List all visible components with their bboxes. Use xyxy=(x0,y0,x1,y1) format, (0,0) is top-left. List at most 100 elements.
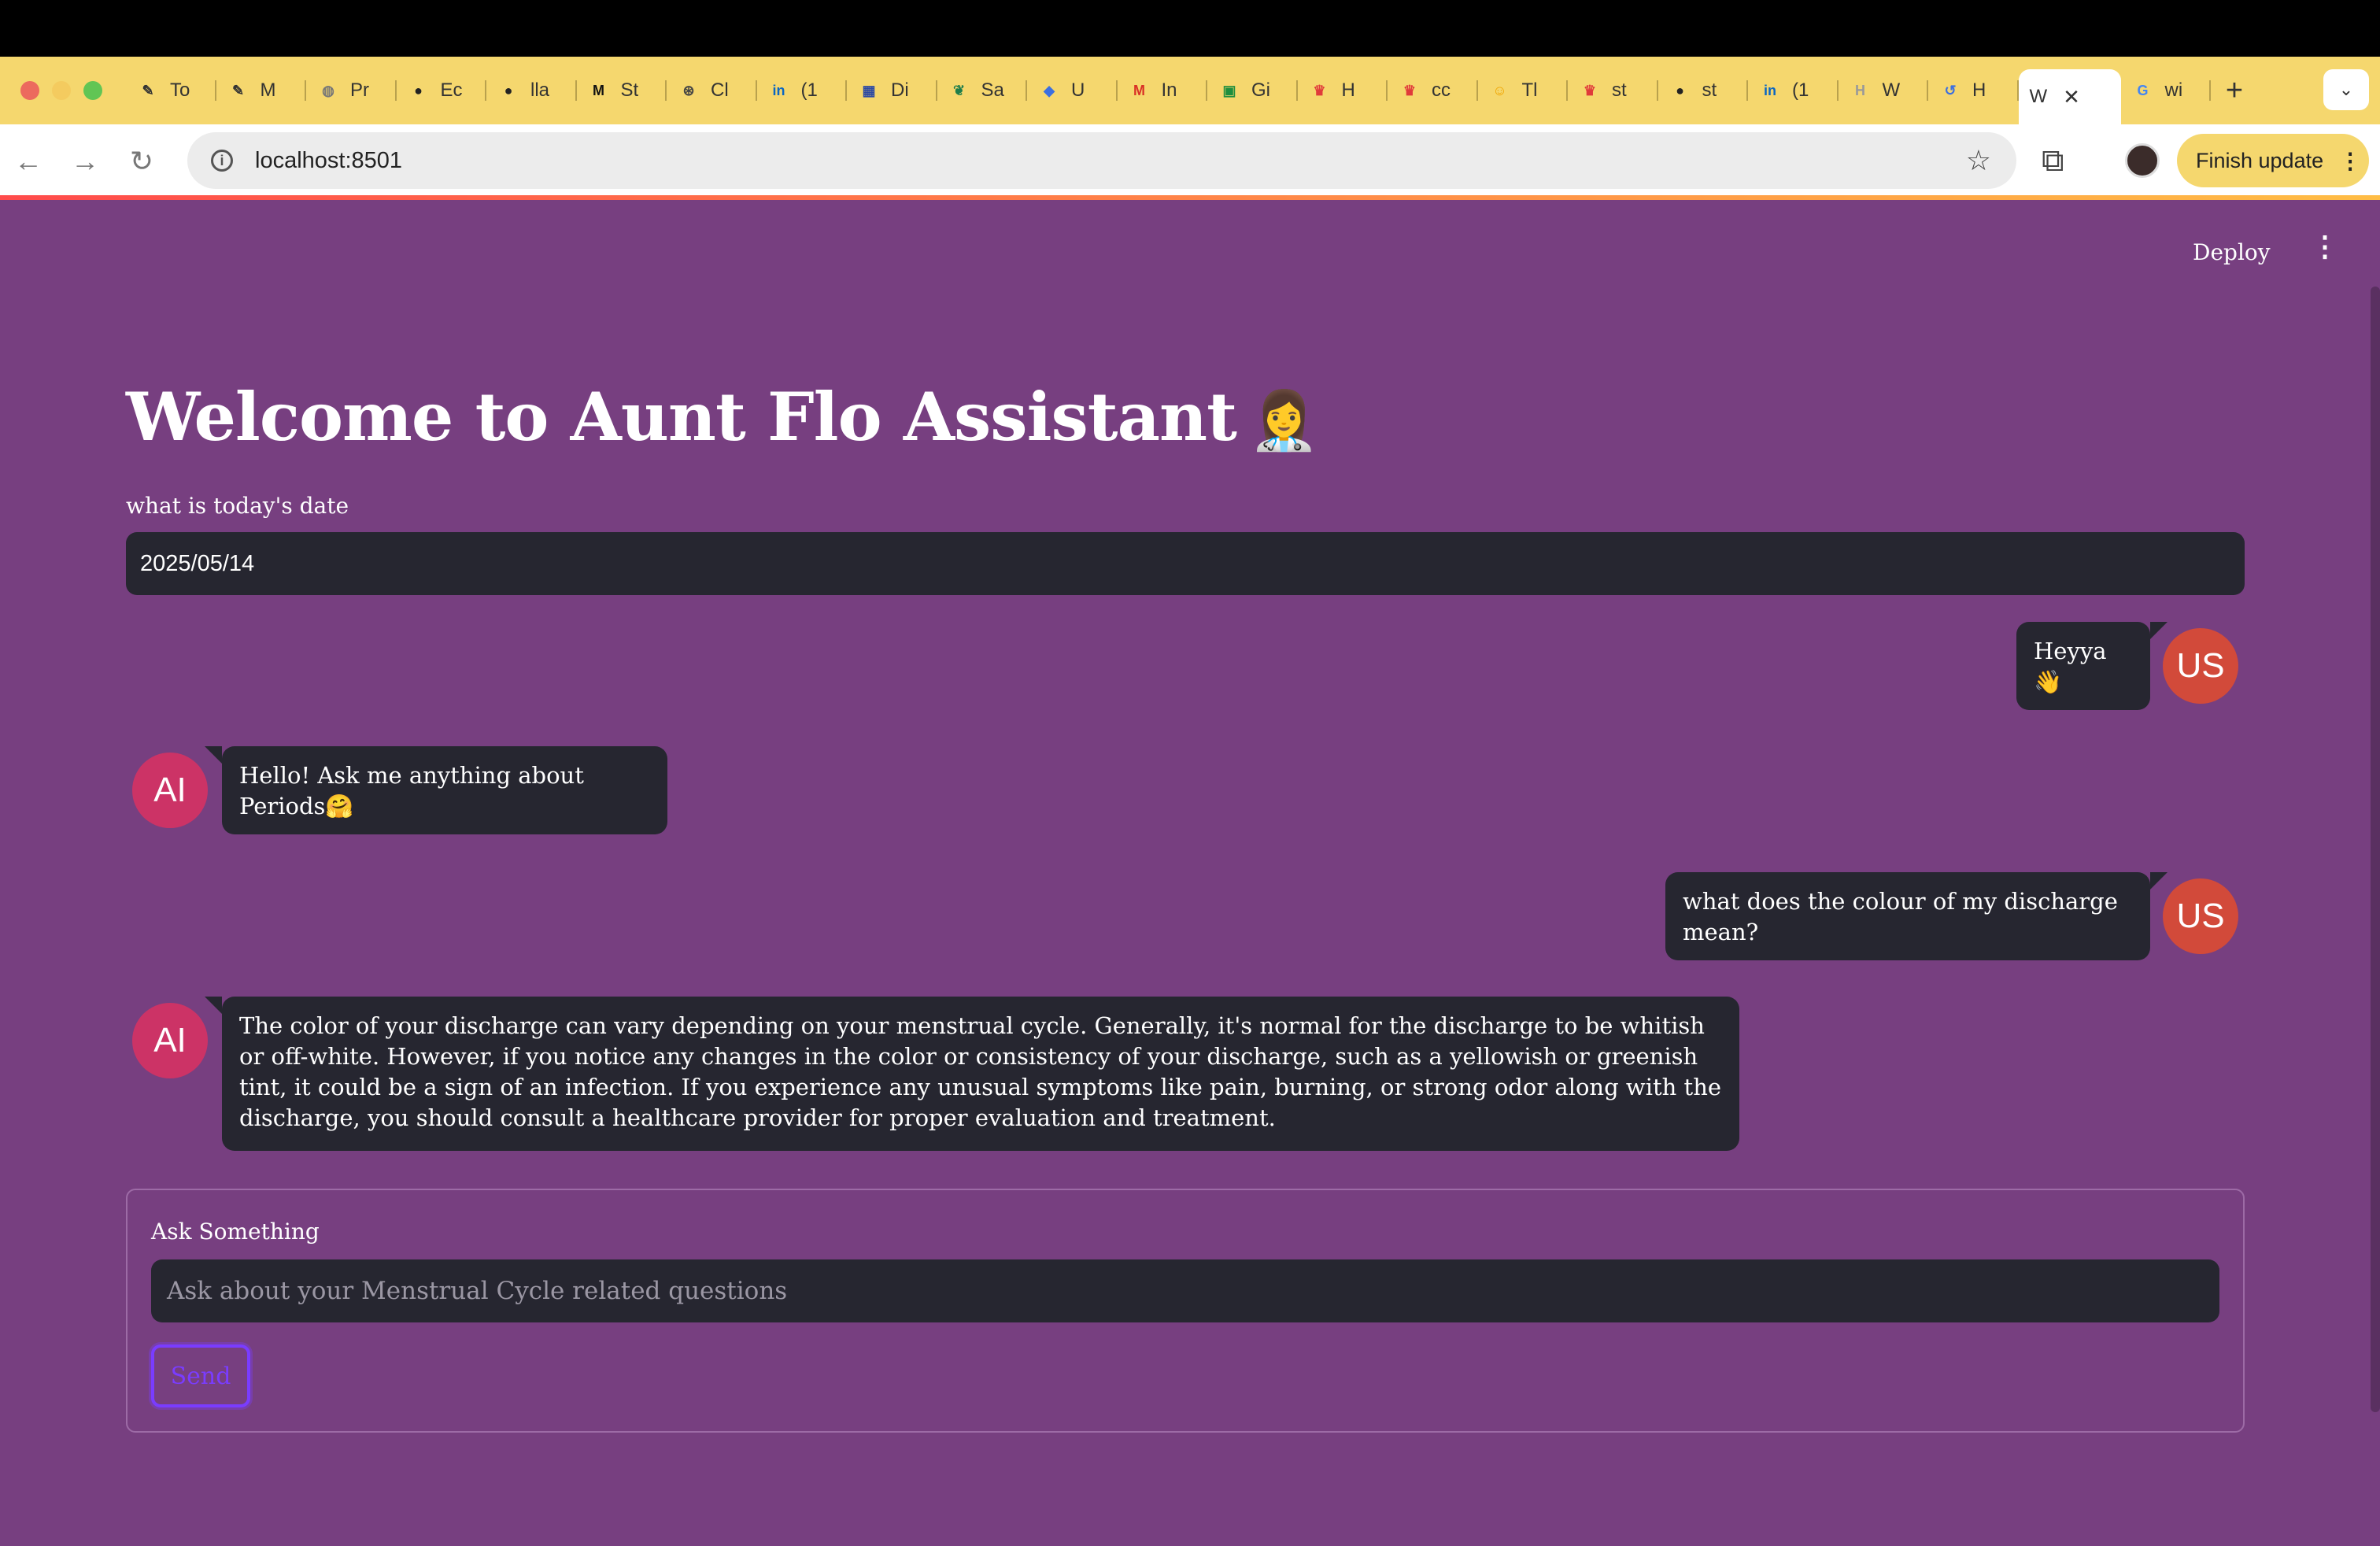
browser-tab[interactable]: in (1 xyxy=(757,68,848,113)
ai-message-bubble: The color of your discharge can vary dep… xyxy=(205,997,1739,1151)
close-window-icon[interactable] xyxy=(20,81,39,100)
tab-label: (1 xyxy=(1792,80,1809,101)
history-icon: ↺ xyxy=(1944,82,1957,98)
tab-label: Tl xyxy=(1521,80,1538,101)
menu-bar xyxy=(0,0,2380,57)
browser-tab[interactable]: ⊛ Cl xyxy=(667,68,757,113)
tab-label: St xyxy=(620,80,639,101)
tab-label: lla xyxy=(530,80,550,101)
browser-menu-icon[interactable]: ⋮ xyxy=(2339,148,2361,174)
tab-label: Ec xyxy=(440,80,463,101)
deploy-button[interactable]: Deploy xyxy=(2193,239,2271,265)
browser-tab[interactable]: ✎ M xyxy=(216,68,307,113)
date-input[interactable]: 2025/05/14 xyxy=(126,532,2245,595)
tab-label: st xyxy=(1702,80,1717,101)
tab-label: H xyxy=(1341,80,1355,101)
browser-tab[interactable]: ♛ cc xyxy=(1388,68,1478,113)
browser-tab[interactable]: ▣ Gi xyxy=(1207,68,1298,113)
tab-list: ✎ To ✎ M ◍ Pr ● Ec ● lla M St ⊛ Cl in (1 ▦ Di ❦ Sa ◆ U M In ▣ Gi ♛… xyxy=(126,57,2380,124)
app-menu-icon[interactable]: ⋮ xyxy=(2311,230,2339,263)
emoji-icon: ☺ xyxy=(1492,82,1507,98)
browser-tab[interactable]: ☺ Tl xyxy=(1478,68,1569,113)
ai-message-bubble: Hello! Ask me anything about Periods🤗 xyxy=(205,746,667,834)
tab-label: cc xyxy=(1432,80,1451,101)
ai-avatar: AI xyxy=(132,753,208,828)
forward-icon[interactable]: → xyxy=(57,145,113,178)
browser-tab[interactable]: ✎ To xyxy=(126,68,216,113)
browser-tab[interactable]: in (1 xyxy=(1748,68,1839,113)
scrollbar[interactable] xyxy=(2371,287,2380,1412)
browser-tab[interactable]: ♛ H xyxy=(1298,68,1388,113)
tab-label: Pr xyxy=(350,80,369,101)
window-controls xyxy=(0,81,126,100)
h-icon: H xyxy=(1855,82,1865,98)
question-input[interactable]: Ask about your Menstrual Cycle related q… xyxy=(151,1259,2219,1322)
user-avatar: US xyxy=(2163,628,2238,704)
browser-tab[interactable]: ● lla xyxy=(486,68,577,113)
browser-tab[interactable]: ● Ec xyxy=(397,68,487,113)
bookmark-star-icon[interactable]: ☆ xyxy=(1966,144,1991,177)
close-tab-icon[interactable]: ✕ xyxy=(2063,85,2080,109)
tab-label: To xyxy=(170,80,190,101)
tab-label: U xyxy=(1071,80,1085,101)
site-info-icon[interactable]: i xyxy=(211,150,233,172)
tab-label: wi xyxy=(2164,80,2183,101)
medium-icon: M xyxy=(593,82,604,98)
browser-tab[interactable]: HW xyxy=(1839,68,1929,113)
openai-icon: ⊛ xyxy=(682,82,695,98)
health-worker-emoji-icon: 👩‍⚕️ xyxy=(1248,386,1320,453)
browser-tab[interactable]: ↺ H xyxy=(1928,68,2019,113)
date-label: what is today's date xyxy=(126,493,349,519)
tab-search-chevron-icon[interactable]: ⌄ xyxy=(2323,69,2369,110)
message-text: The color of your discharge can vary dep… xyxy=(239,1012,1722,1131)
maximize-window-icon[interactable] xyxy=(83,81,102,100)
minimize-window-icon[interactable] xyxy=(52,81,71,100)
ask-label: Ask Something xyxy=(151,1219,320,1245)
github-icon: ● xyxy=(504,82,513,98)
finish-update-button[interactable]: Finish update ⋮ xyxy=(2177,134,2369,187)
message-text: what does the colour of my discharge mea… xyxy=(1683,888,2118,945)
diamond-icon: ◆ xyxy=(1044,82,1055,98)
browser-tab[interactable]: ♛ st xyxy=(1568,68,1658,113)
app-main: Deploy ⋮ Welcome to Aunt Flo Assistant 👩‍… xyxy=(0,200,2380,1546)
browser-tab[interactable]: ● st xyxy=(1658,68,1749,113)
crown-icon: ♛ xyxy=(1313,82,1326,98)
url-field[interactable]: i localhost:8501 ☆ xyxy=(187,132,2016,189)
browser-tab[interactable]: M In xyxy=(1118,68,1208,113)
tab-label: M xyxy=(260,80,276,101)
ai-avatar: AI xyxy=(132,1003,208,1078)
send-button[interactable]: Send xyxy=(151,1344,250,1407)
reload-icon[interactable]: ↻ xyxy=(113,145,170,178)
browser-tab[interactable]: ▦ Di xyxy=(847,68,937,113)
back-icon[interactable]: ← xyxy=(0,145,57,178)
crown-icon: ♛ xyxy=(1583,82,1597,98)
page-title-text: Welcome to Aunt Flo Assistant xyxy=(126,378,1237,456)
profile-avatar[interactable] xyxy=(2125,143,2160,178)
message-text: Hello! Ask me anything about Periods🤗 xyxy=(239,762,584,819)
tab-label: Sa xyxy=(981,80,1004,101)
leaf-icon: ❦ xyxy=(952,82,966,98)
page-title: Welcome to Aunt Flo Assistant 👩‍⚕️ xyxy=(126,378,1320,456)
browser-tab[interactable]: ◍ Pr xyxy=(306,68,397,113)
layout-icon: ▦ xyxy=(862,82,876,98)
browser-tab[interactable]: ❦ Sa xyxy=(937,68,1028,113)
google-icon: G xyxy=(2137,82,2149,98)
tab-label: W xyxy=(1882,80,1901,101)
active-browser-tab[interactable]: W ✕ xyxy=(2018,69,2121,124)
pen-icon: ✎ xyxy=(231,82,245,98)
pen-icon: ✎ xyxy=(142,82,154,98)
browser-tab[interactable]: Gwi xyxy=(2121,68,2212,113)
tab-label: Gi xyxy=(1251,80,1270,101)
browser-tab[interactable]: ◆ U xyxy=(1027,68,1118,113)
linkedin-icon: in xyxy=(1764,82,1776,98)
new-tab-button[interactable]: + xyxy=(2211,74,2258,108)
tab-label: H xyxy=(1972,80,1986,101)
browser-tab[interactable]: M St xyxy=(577,68,667,113)
user-avatar: US xyxy=(2163,878,2238,954)
crown-icon: ♛ xyxy=(1402,82,1417,98)
extensions-icon[interactable]: ⧉ xyxy=(2042,143,2064,179)
message-text: Heyya 👋 xyxy=(2034,638,2107,695)
gmail-icon: M xyxy=(1133,82,1145,98)
tab-label: W xyxy=(2029,86,2048,107)
finish-update-label: Finish update xyxy=(2196,148,2324,172)
